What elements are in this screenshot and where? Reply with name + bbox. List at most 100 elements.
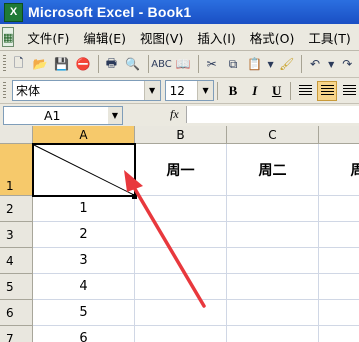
- cell-c1[interactable]: 周二: [227, 144, 319, 196]
- cell[interactable]: [319, 222, 359, 248]
- cell[interactable]: [227, 248, 319, 274]
- cell[interactable]: [135, 300, 227, 326]
- cell-d1[interactable]: 周三: [319, 144, 359, 196]
- menu-insert[interactable]: 插入(I): [192, 28, 244, 47]
- dropdown-arrow-icon[interactable]: ▼: [327, 54, 336, 74]
- print-preview-icon[interactable]: 🔍: [123, 54, 142, 74]
- formatting-toolbar: 宋体 ▼ 12 ▼ B I U: [0, 78, 359, 104]
- format-painter-icon[interactable]: 🖌: [277, 54, 296, 74]
- align-center-button[interactable]: [317, 80, 338, 101]
- cell[interactable]: [135, 326, 227, 342]
- menu-tools[interactable]: 工具(T): [303, 28, 359, 47]
- name-box[interactable]: A1 ▼: [3, 106, 123, 125]
- formula-input[interactable]: [186, 106, 359, 123]
- active-cell-border: [32, 143, 136, 197]
- underline-button[interactable]: U: [267, 81, 287, 101]
- cell-a4[interactable]: 3: [33, 248, 135, 274]
- cell-a3[interactable]: 2: [33, 222, 135, 248]
- select-all-corner[interactable]: [0, 126, 33, 144]
- cell-a6[interactable]: 5: [33, 300, 135, 326]
- name-box-value: A1: [44, 108, 61, 123]
- align-left-icon: [298, 85, 312, 96]
- toolbar-grip[interactable]: [3, 81, 6, 100]
- print-icon[interactable]: 🖶: [102, 54, 121, 74]
- workbook-icon[interactable]: ▦: [2, 27, 15, 47]
- menu-bar: ▦ 文件(F) 编辑(E) 视图(V) 插入(I) 格式(O) 工具(T): [0, 24, 359, 51]
- align-right-button[interactable]: [339, 81, 359, 101]
- new-document-icon[interactable]: 🗋: [9, 54, 28, 74]
- research-icon[interactable]: 📖: [173, 54, 192, 74]
- row-header-2[interactable]: 2: [0, 196, 33, 222]
- column-header-c[interactable]: C: [227, 126, 319, 144]
- font-name-value: 宋体: [15, 84, 40, 98]
- paste-icon[interactable]: 📋: [245, 54, 264, 74]
- fill-handle[interactable]: [132, 194, 137, 199]
- cell-b1[interactable]: 周一: [135, 144, 227, 196]
- italic-button[interactable]: I: [245, 81, 265, 101]
- cell-a7[interactable]: 6: [33, 326, 135, 342]
- menu-edit[interactable]: 编辑(E): [78, 28, 135, 47]
- fx-icon[interactable]: fx: [170, 107, 179, 122]
- align-center-icon: [320, 85, 334, 96]
- font-size-value: 12: [169, 83, 185, 98]
- undo-icon[interactable]: ↶: [305, 54, 324, 74]
- cell-a5[interactable]: 4: [33, 274, 135, 300]
- cell[interactable]: [135, 222, 227, 248]
- cell[interactable]: [227, 300, 319, 326]
- align-left-button[interactable]: [296, 81, 316, 101]
- chevron-down-icon[interactable]: ▼: [108, 107, 122, 124]
- cell[interactable]: [319, 196, 359, 222]
- row-header-5[interactable]: 5: [0, 274, 33, 300]
- window-title: Microsoft Excel - Book1: [28, 4, 192, 20]
- toolbar-separator: [197, 55, 199, 73]
- cell[interactable]: [227, 326, 319, 342]
- cell[interactable]: [319, 248, 359, 274]
- toolbar-grip[interactable]: [3, 55, 6, 73]
- row-header-1[interactable]: 1: [0, 144, 33, 196]
- bold-button[interactable]: B: [223, 81, 243, 101]
- cell[interactable]: [227, 222, 319, 248]
- save-icon[interactable]: 💾: [52, 54, 71, 74]
- column-header-d[interactable]: D: [319, 126, 359, 144]
- column-header-b[interactable]: B: [135, 126, 227, 144]
- cell[interactable]: [227, 196, 319, 222]
- copy-icon[interactable]: ⧉: [223, 54, 242, 74]
- cut-icon[interactable]: ✂: [202, 54, 221, 74]
- cell[interactable]: [227, 274, 319, 300]
- worksheet-grid: A B C D 1 2 3 4 5 6 7 周一 周二 周三 1 2 3 4 5…: [0, 126, 359, 342]
- cell[interactable]: [135, 274, 227, 300]
- excel-app-icon[interactable]: X: [4, 2, 23, 22]
- row-number: 1: [6, 179, 14, 193]
- row-header-7[interactable]: 7: [0, 326, 33, 342]
- cell[interactable]: [319, 326, 359, 342]
- font-size-select[interactable]: 12 ▼: [164, 80, 215, 101]
- cell[interactable]: [135, 196, 227, 222]
- toolbar-separator: [147, 55, 149, 73]
- row-header-3[interactable]: 3: [0, 222, 33, 248]
- column-header-a[interactable]: A: [33, 126, 135, 144]
- row-header-4[interactable]: 4: [0, 248, 33, 274]
- cell[interactable]: [319, 300, 359, 326]
- menu-view[interactable]: 视图(V): [135, 28, 192, 47]
- open-folder-icon[interactable]: 📂: [30, 54, 49, 74]
- dropdown-arrow-icon[interactable]: ▼: [266, 54, 275, 74]
- standard-toolbar: 🗋 📂 💾 ⛔ 🖶 🔍 ABC 📖 ✂ ⧉ 📋 ▼ 🖌 ↶ ▼ ↷: [0, 51, 359, 78]
- menu-format[interactable]: 格式(O): [245, 28, 304, 47]
- chevron-down-icon[interactable]: ▼: [197, 81, 214, 100]
- formula-bar: A1 ▼ fx: [0, 104, 359, 127]
- menu-file[interactable]: 文件(F): [22, 28, 78, 47]
- font-name-select[interactable]: 宋体 ▼: [11, 80, 161, 101]
- spelling-icon[interactable]: ABC: [151, 54, 172, 74]
- cell[interactable]: [319, 274, 359, 300]
- align-right-icon: [342, 85, 356, 96]
- toolbar-separator: [217, 81, 219, 100]
- redo-icon[interactable]: ↷: [338, 54, 357, 74]
- toolbar-separator: [97, 55, 99, 73]
- toolbar-separator: [301, 55, 303, 73]
- permission-icon[interactable]: ⛔: [73, 54, 92, 74]
- row-header-6[interactable]: 6: [0, 300, 33, 326]
- chevron-down-icon[interactable]: ▼: [143, 81, 160, 100]
- cell-a2[interactable]: 1: [33, 196, 135, 222]
- cell[interactable]: [135, 248, 227, 274]
- title-bar: X Microsoft Excel - Book1: [0, 0, 359, 24]
